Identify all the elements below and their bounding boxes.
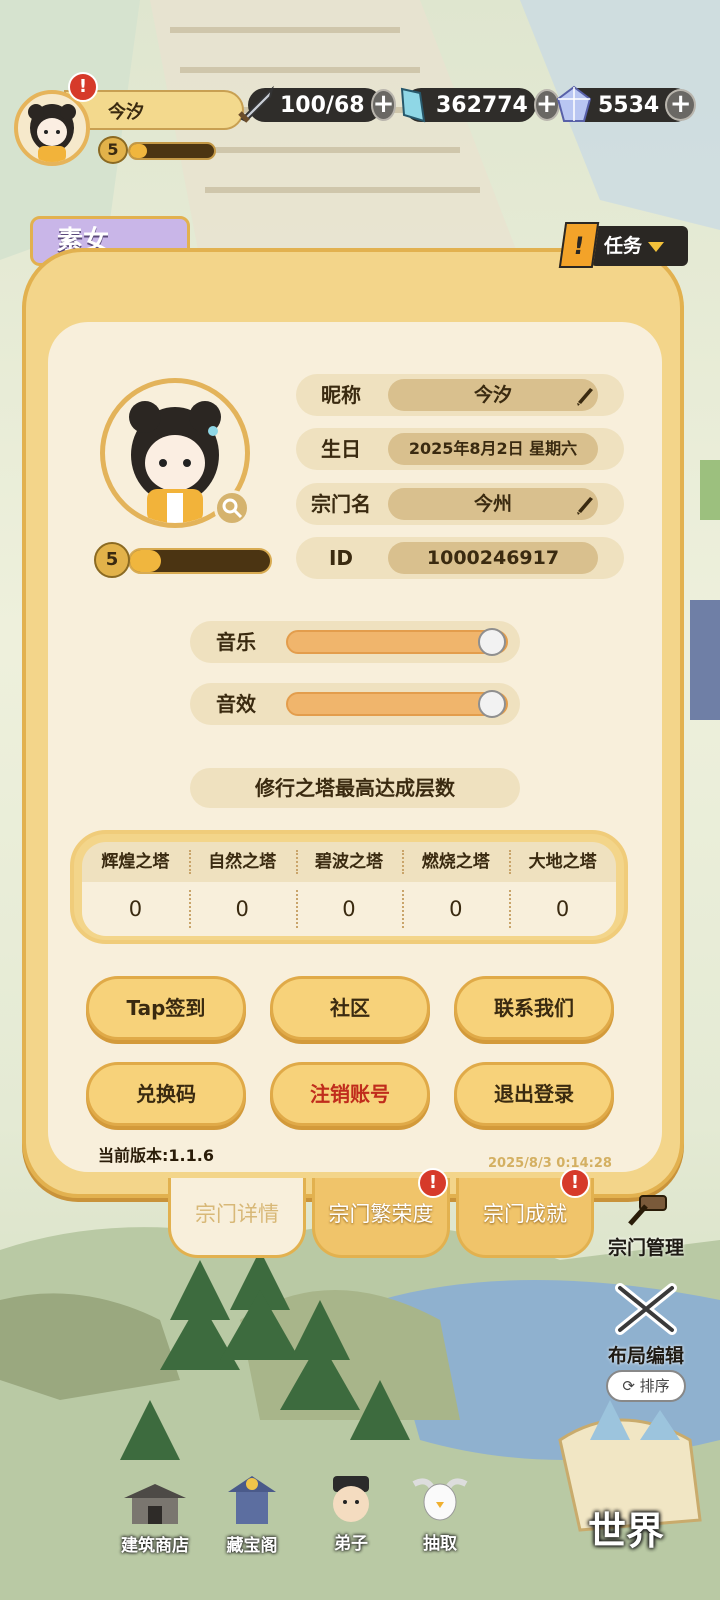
music-slider-knob[interactable] (478, 628, 506, 656)
layout-edit-button[interactable]: 布局编辑 (600, 1282, 692, 1368)
gold-counter: 362774 + (400, 87, 560, 123)
timestamp-text: 2025/8/3 0:14:28 (488, 1156, 612, 1171)
sort-label: 排序 (639, 1377, 670, 1395)
nav-disciples[interactable]: 弟子 (316, 1474, 386, 1554)
gem-add-button[interactable]: + (665, 89, 696, 121)
disciple-face-icon (333, 1476, 369, 1522)
sfx-setting: 音效 (190, 683, 520, 725)
bird-icon (412, 1478, 468, 1521)
profile-xp-bar (128, 548, 272, 574)
music-slider[interactable] (286, 628, 508, 656)
logout-button[interactable]: 退出登录 (454, 1062, 614, 1126)
nickname-value: 今汐 (388, 379, 598, 411)
cross-arrows-icon (615, 1283, 677, 1335)
tower-value-row: 0 0 0 0 0 (82, 882, 616, 936)
player-name: 今汐 (108, 102, 144, 123)
edit-nickname-brush-icon[interactable] (574, 384, 596, 406)
achievements-alert-icon: ! (560, 1168, 590, 1198)
hammer-icon (628, 1195, 667, 1226)
community-button[interactable]: 社区 (270, 976, 430, 1040)
delete-account-button[interactable]: 注销账号 (270, 1062, 430, 1126)
sect-name-label: 宗门名 (311, 492, 371, 516)
nav-building-shop-label: 建筑商店 (121, 1536, 189, 1556)
refresh-icon: ⟳ (622, 1377, 640, 1395)
music-label: 音乐 (216, 630, 256, 654)
contact-us-button[interactable]: 联系我们 (454, 976, 614, 1040)
tower-value-cell: 0 (295, 882, 403, 936)
id-field: ID 1000246917 (296, 537, 624, 579)
profile-xp-fill (130, 550, 161, 572)
task-label: 任务 (604, 235, 643, 257)
sfx-slider[interactable] (286, 690, 508, 718)
tower-record-title: 修行之塔最高达成层数 (190, 768, 520, 808)
edit-sect-name-brush-icon[interactable] (574, 493, 596, 515)
gem-counter: 5534 + (556, 85, 696, 122)
birthday-field: 生日 2025年8月2日 星期六 (296, 428, 624, 470)
tower-header-cell: 燃烧之塔 (402, 842, 509, 882)
nav-disciples-label: 弟子 (334, 1534, 368, 1554)
profile-level-badge: 5 (94, 542, 130, 578)
player-level-badge: 5 (98, 136, 128, 164)
tower-record-table: 辉煌之塔 自然之塔 碧波之塔 燃烧之塔 大地之塔 0 0 0 0 0 (70, 830, 628, 944)
profile-alert-icon: ! (68, 72, 98, 102)
redeem-code-button[interactable]: 兑换码 (86, 1062, 246, 1126)
world-button[interactable]: 世界 (588, 1500, 664, 1555)
tap-signin-button[interactable]: Tap签到 (86, 976, 246, 1040)
tower-header-row: 辉煌之塔 自然之塔 碧波之塔 燃烧之塔 大地之塔 (82, 842, 616, 882)
sect-manage-button[interactable]: 宗门管理 (606, 1192, 686, 1260)
id-label: ID (328, 546, 354, 570)
tower-header-cell: 大地之塔 (509, 842, 616, 882)
tab-sect-details[interactable]: 宗门详情 (168, 1178, 306, 1258)
nav-treasure-pavilion-label: 藏宝阁 (226, 1536, 278, 1556)
task-alert-flag-icon: ! (558, 222, 600, 268)
music-setting: 音乐 (190, 621, 520, 663)
layout-edit-label: 布局编辑 (607, 1345, 684, 1367)
player-xp-fill (130, 144, 147, 158)
gem-value: 5534 (598, 92, 660, 118)
magnifier-icon (222, 498, 243, 519)
crystal-icon (392, 85, 432, 125)
nav-treasure-pavilion[interactable]: 藏宝阁 (212, 1470, 292, 1556)
birthday-value: 2025年8月2日 星期六 (388, 433, 598, 465)
sect-name-value: 今州 (388, 488, 598, 520)
player-avatar-pill[interactable]: 今汐 5 (14, 86, 244, 170)
tower-value-cell: 0 (402, 882, 509, 936)
nickname-label: 昵称 (321, 383, 361, 407)
tower-value-cell: 0 (188, 882, 296, 936)
treasure-tower-icon (228, 1476, 276, 1524)
task-button[interactable]: 任务 ! (558, 222, 690, 268)
chibi-avatar-icon (28, 104, 76, 162)
sword-icon (236, 85, 276, 125)
sfx-slider-knob[interactable] (478, 690, 506, 718)
nav-draw-label: 抽取 (423, 1534, 457, 1554)
prosperity-alert-icon: ! (418, 1168, 448, 1198)
tower-value-cell: 0 (128, 897, 143, 921)
gem-icon (554, 85, 594, 125)
stamina-value: 100/68 (280, 92, 365, 118)
tower-header-cell: 自然之塔 (188, 842, 296, 882)
stamina-counter: 100/68 + (238, 85, 397, 123)
tower-header-cell: 碧波之塔 (295, 842, 403, 882)
nav-building-shop[interactable]: 建筑商店 (110, 1480, 200, 1556)
dropdown-triangle-icon (648, 241, 665, 252)
pavilion-icon (124, 1484, 186, 1524)
view-portrait-button[interactable] (214, 490, 250, 526)
nav-draw[interactable]: 抽取 (402, 1470, 478, 1554)
birthday-label: 生日 (321, 437, 361, 461)
sect-manage-label: 宗门管理 (607, 1237, 684, 1259)
sect-name-field: 宗门名 今州 (296, 483, 624, 525)
gold-value: 362774 (436, 92, 528, 118)
tower-header-cell: 辉煌之塔 (101, 852, 170, 872)
sfx-label: 音效 (216, 692, 256, 716)
tower-value-cell: 0 (509, 882, 616, 936)
version-text: 当前版本:1.1.6 (98, 1146, 214, 1165)
nickname-field: 昵称 今汐 (296, 374, 624, 416)
id-value: 1000246917 (388, 542, 598, 574)
player-xp-bar (128, 142, 216, 160)
sort-button[interactable]: ⟳ 排序 (606, 1370, 686, 1402)
